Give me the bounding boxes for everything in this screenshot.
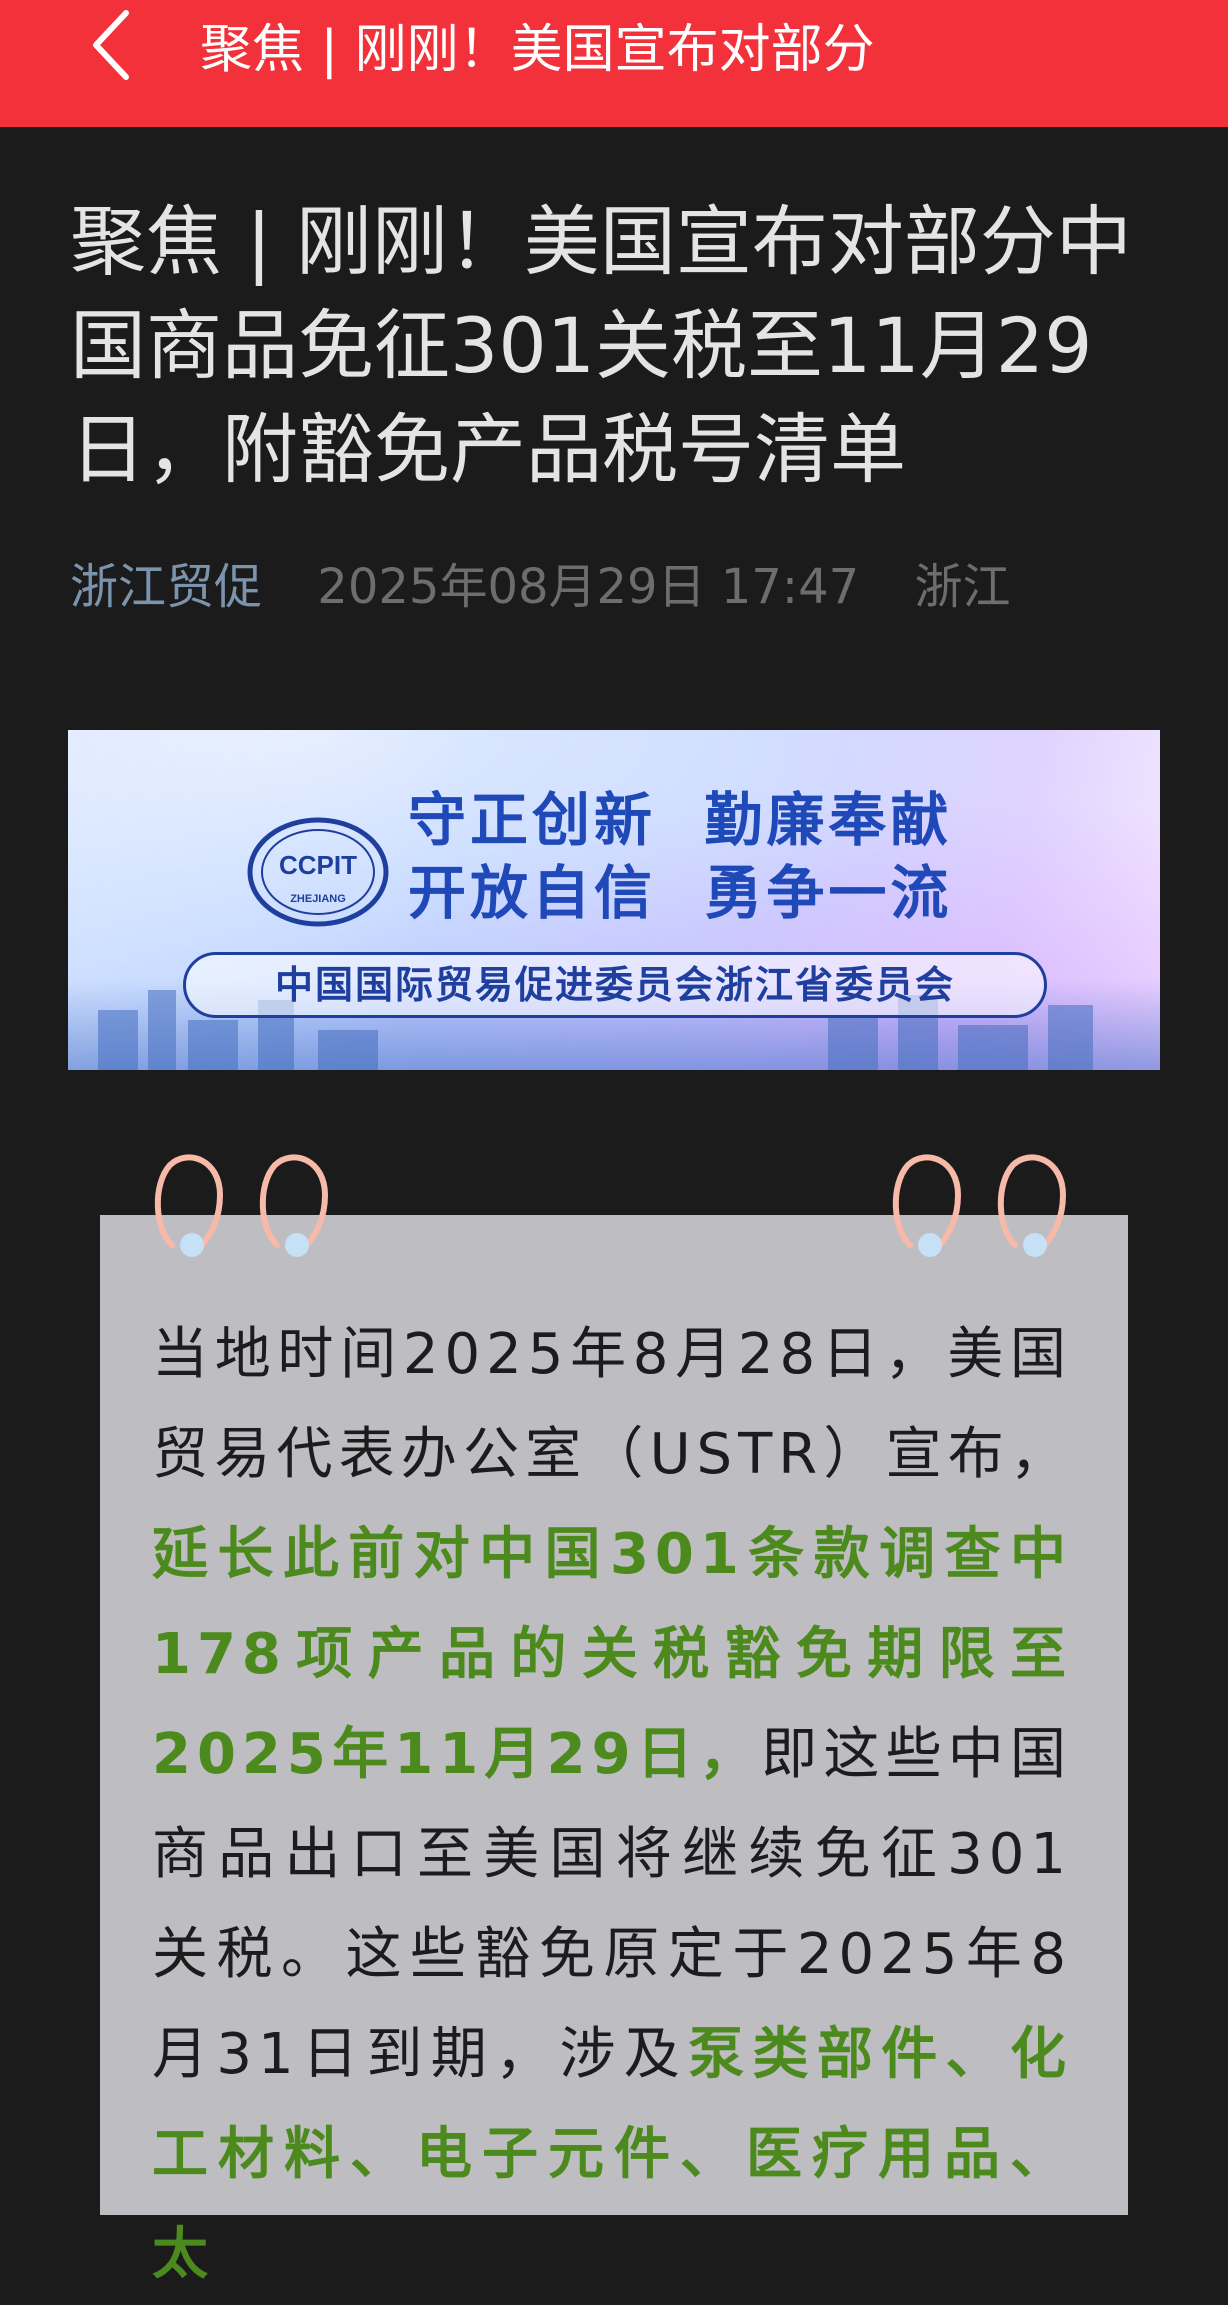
svg-text:CCPIT: CCPIT <box>279 850 357 880</box>
body-text: 当地时间2025年8月28日，美国贸易代表办公室（USTR）宣布， <box>152 1322 1072 1487</box>
banner-slogan-line1: 守正创新 勤廉奉献 <box>408 786 953 854</box>
svg-text:ZHEJIANG: ZHEJIANG <box>290 893 346 905</box>
source-link[interactable]: 浙江贸促 <box>70 559 262 615</box>
binder-ring-icon <box>259 1154 329 1257</box>
publish-time: 2025年08月29日 17:47 <box>317 559 860 615</box>
top-app-bar: 聚焦 | 刚刚！美国宣布对部分 <box>0 0 1228 127</box>
banner-image: CCPIT ZHEJIANG 守正创新 勤廉奉献 开放自信 勇争一流 中国国际贸… <box>68 730 1160 1070</box>
article-body-paragraph: 当地时间2025年8月28日，美国贸易代表办公室（USTR）宣布，延长此前对中国… <box>152 1305 1072 2305</box>
banner-org-name: 中国国际贸易促进委员会浙江省委员会 <box>183 952 1047 1018</box>
banner-slogan-line2: 开放自信 勇争一流 <box>408 859 953 927</box>
binder-ring-icon <box>892 1154 962 1257</box>
ccpit-logo: CCPIT ZHEJIANG <box>247 817 389 927</box>
binder-ring-icon <box>997 1154 1067 1257</box>
chevron-left-icon <box>93 10 129 80</box>
region-label: 浙江 <box>914 559 1011 615</box>
binder-ring-icon <box>154 1154 224 1257</box>
header-title: 聚焦 | 刚刚！美国宣布对部分 <box>200 20 875 80</box>
article-title: 聚焦 | 刚刚！美国宣布对部分中国商品免征301关税至11月29日，附豁免产品税… <box>70 197 1132 494</box>
article-meta: 浙江贸促 2025年08月29日 17:47 浙江 <box>70 552 1010 622</box>
back-button[interactable] <box>70 0 150 90</box>
